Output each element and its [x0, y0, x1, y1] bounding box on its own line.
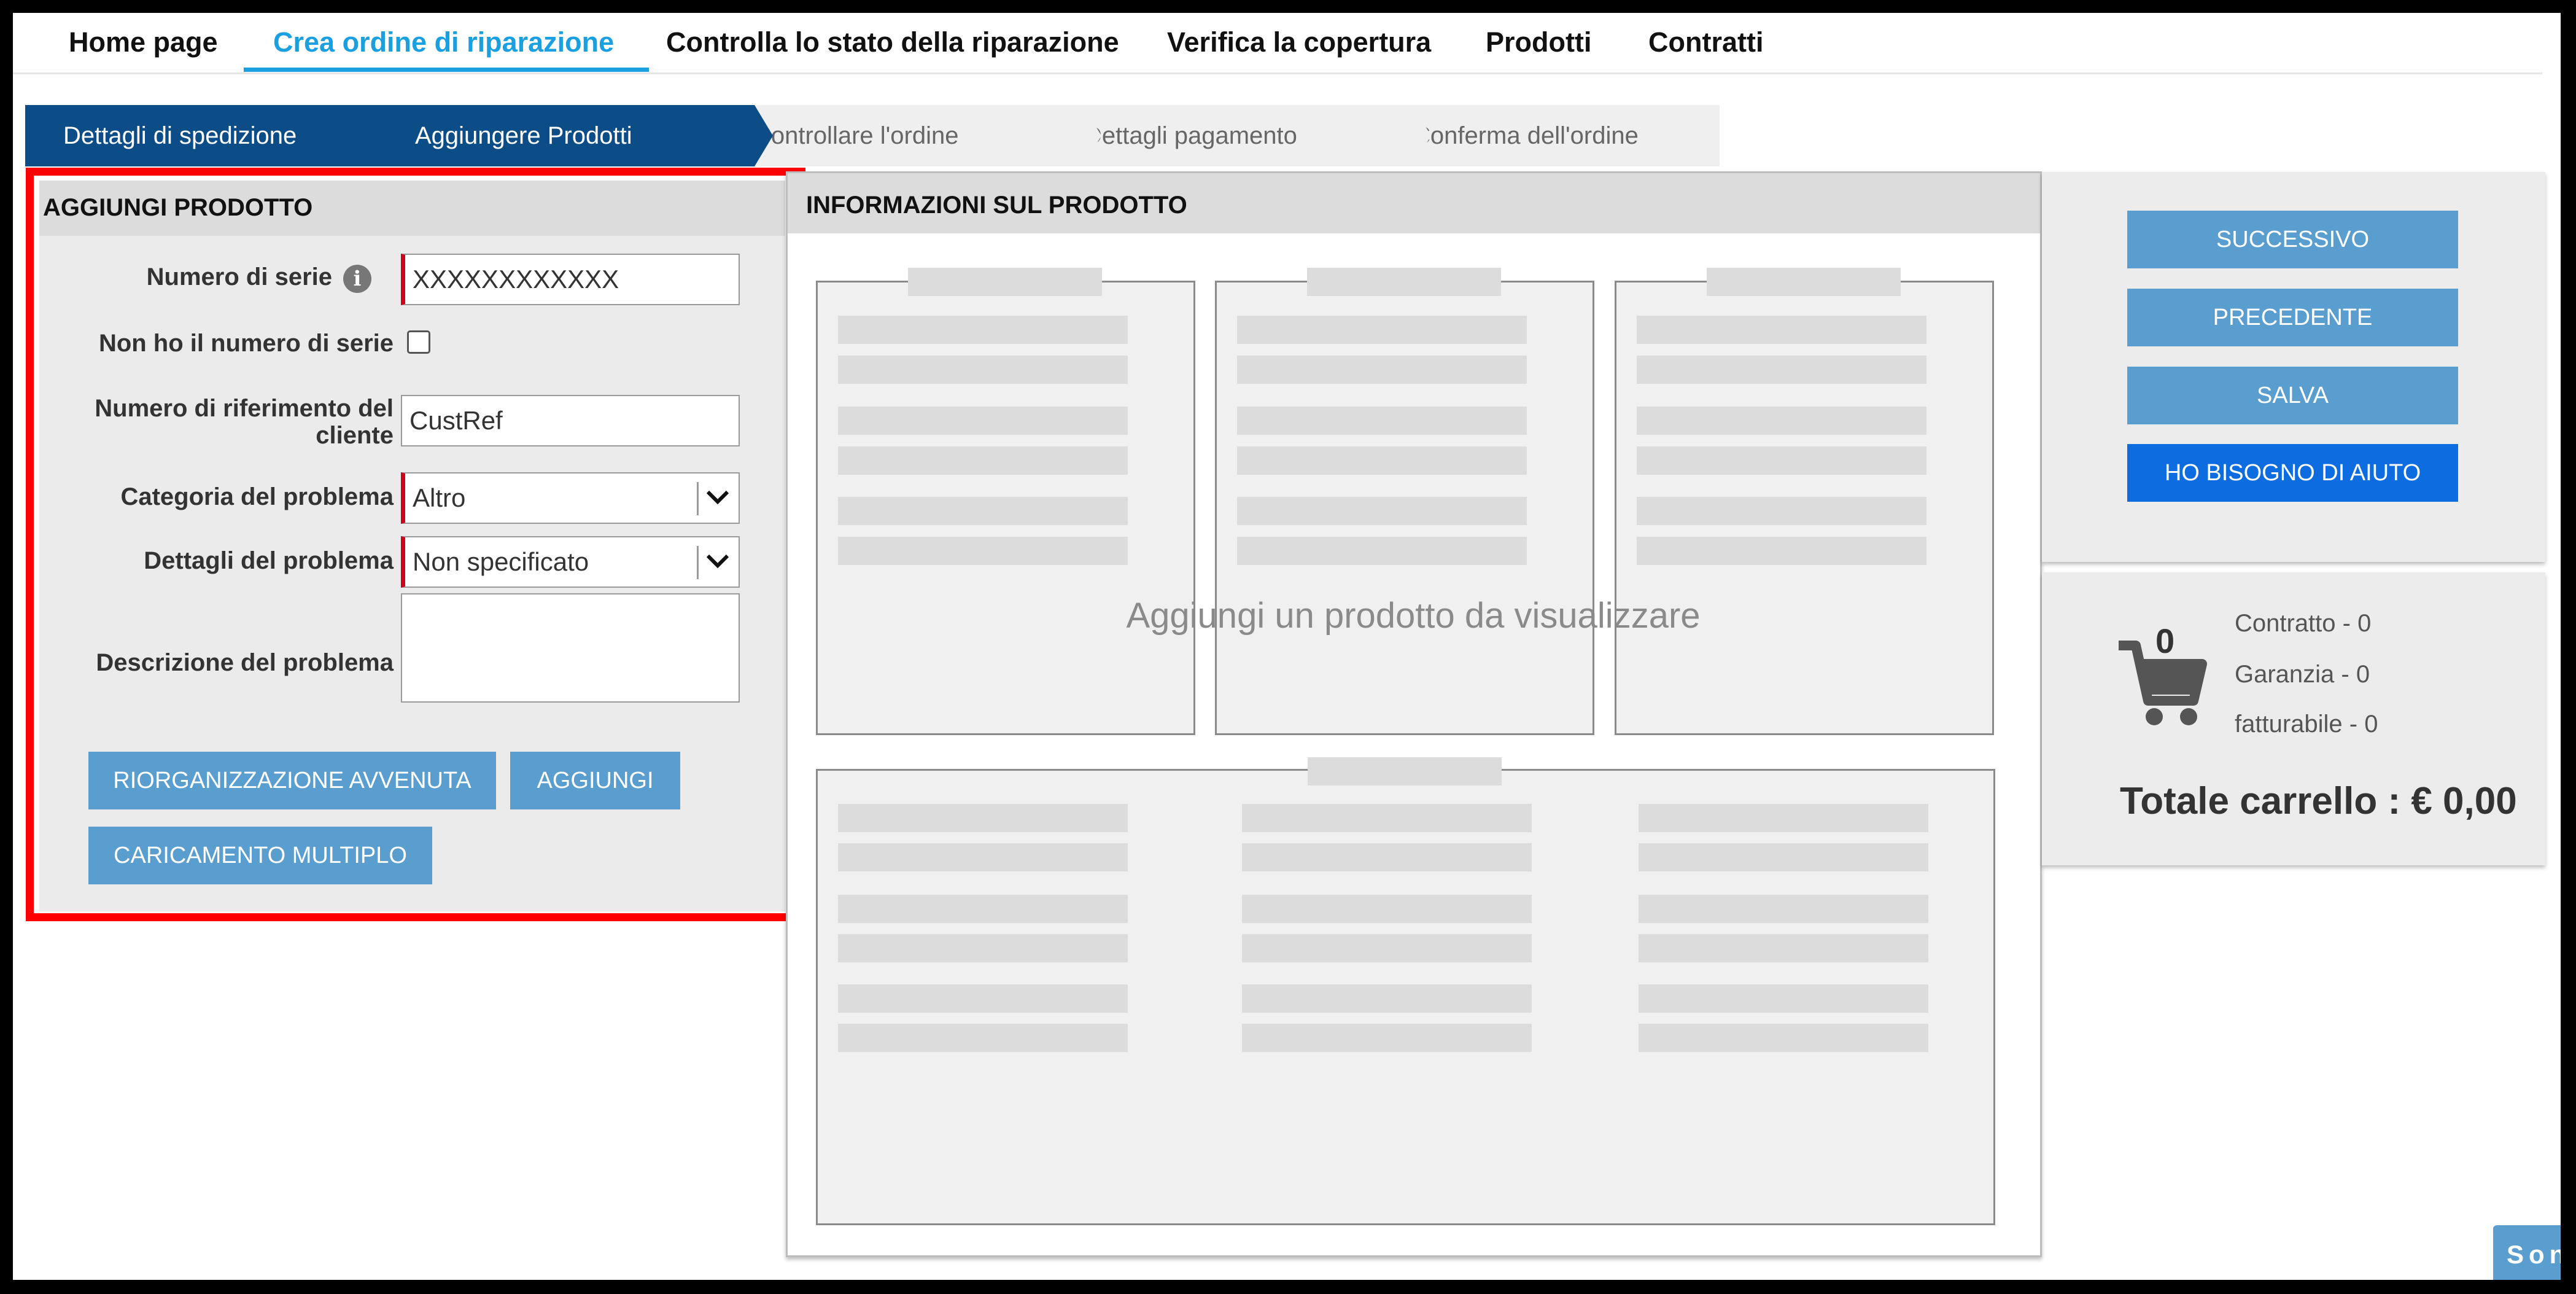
skeleton-bar — [1639, 843, 1928, 871]
skeleton-bar — [1237, 446, 1527, 475]
product-info-header: INFORMAZIONI SUL PRODOTTO — [788, 173, 2040, 233]
serial-number-input[interactable]: XXXXXXXXXXXX — [401, 254, 740, 305]
nav-contracts[interactable]: Contratti — [1648, 26, 1763, 58]
save-button[interactable]: SALVA — [2127, 367, 2458, 424]
skeleton-bar — [1242, 843, 1532, 871]
nav-check-repair-status[interactable]: Controlla lo stato della riparazione — [666, 26, 1119, 58]
problem-details-value: Non specificato — [413, 547, 589, 576]
skeleton-bar — [1637, 537, 1926, 565]
bulk-upload-button[interactable]: CARICAMENTO MULTIPLO — [88, 827, 432, 884]
step-shipping-details: Dettagli di spedizione — [25, 105, 404, 166]
problem-description-label: Descrizione del problema — [96, 649, 394, 676]
skeleton-bar — [1237, 497, 1527, 525]
skeleton-bar — [1242, 934, 1532, 962]
nav-create-repair-order[interactable]: Crea ordine di riparazione — [273, 26, 614, 58]
app-window: Home page Crea ordine di riparazione Con… — [13, 13, 2561, 1280]
skeleton-bar — [1237, 316, 1527, 344]
problem-category-label: Categoria del problema — [120, 483, 394, 510]
skeleton-bar — [1242, 1024, 1532, 1052]
need-help-button[interactable]: HO BISOGNO DI AIUTO — [2127, 444, 2458, 502]
skeleton-bar — [1242, 984, 1532, 1013]
select-divider — [697, 482, 699, 515]
skeleton-bar — [1242, 804, 1532, 832]
skeleton-bar — [1639, 1024, 1928, 1052]
nav-home-page[interactable]: Home page — [69, 26, 218, 58]
cart-total: Totale carrello : € 0,00 — [2120, 780, 2517, 822]
skeleton-bar — [1242, 895, 1532, 923]
chat-tab-label: Son — [2507, 1240, 2561, 1269]
problem-details-select[interactable]: Non specificato — [401, 536, 740, 588]
chevron-down-icon — [706, 490, 729, 505]
chevron-down-icon — [706, 554, 729, 569]
info-icon[interactable]: i — [343, 265, 371, 293]
skeleton-bar — [1308, 757, 1502, 785]
skeleton-bar — [1237, 356, 1527, 384]
skeleton-bar — [1637, 407, 1926, 435]
skeleton-bar — [1237, 407, 1527, 435]
skeleton-bar — [1639, 895, 1928, 923]
skeleton-bar — [838, 984, 1128, 1013]
cart-contract-count: Contratto - 0 — [2235, 610, 2372, 637]
cart-billable-count: fatturabile - 0 — [2235, 711, 2378, 738]
customer-ref-input[interactable]: CustRef — [401, 395, 740, 446]
serial-number-label: Numero di serie — [146, 263, 332, 290]
skeleton-bar — [838, 316, 1128, 344]
skeleton-bar — [838, 895, 1128, 923]
add-product-header: AGGIUNGI PRODOTTO — [39, 181, 785, 236]
nav-products[interactable]: Prodotti — [1486, 26, 1591, 58]
problem-category-select[interactable]: Altro — [401, 472, 740, 524]
no-serial-checkbox[interactable] — [407, 330, 430, 354]
next-button[interactable]: SUCCESSIVO — [2127, 211, 2458, 268]
reorganization-button[interactable]: RIORGANIZZAZIONE AVVENUTA — [88, 752, 496, 809]
skeleton-bar — [838, 537, 1128, 565]
active-nav-underline — [244, 68, 649, 72]
previous-button[interactable]: PRECEDENTE — [2127, 289, 2458, 346]
skeleton-bar — [1237, 537, 1527, 565]
skeleton-bar — [838, 843, 1128, 871]
top-navigation: Home page Crea ordine di riparazione Con… — [13, 13, 2558, 74]
step-add-products: Aggiungere Prodotti — [347, 105, 773, 166]
nav-divider — [13, 72, 2542, 74]
product-info-title: INFORMAZIONI SUL PRODOTTO — [806, 192, 1187, 219]
skeleton-bar — [838, 1024, 1128, 1052]
skeleton-bar — [1637, 446, 1926, 475]
skeleton-bar — [838, 934, 1128, 962]
add-button[interactable]: AGGIUNGI — [510, 752, 680, 809]
add-product-title: AGGIUNGI PRODOTTO — [43, 194, 313, 221]
skeleton-bar — [1707, 268, 1901, 296]
product-info-placeholder: Aggiungi un prodotto da visualizzare — [1126, 596, 1701, 636]
no-serial-label: Non ho il numero di serie — [98, 330, 394, 357]
problem-details-label: Dettagli del problema — [144, 547, 394, 574]
skeleton-bar — [1307, 268, 1501, 296]
skeleton-bar — [1637, 356, 1926, 384]
nav-verify-coverage[interactable]: Verifica la copertura — [1167, 26, 1431, 58]
skeleton-bar — [838, 407, 1128, 435]
skeleton-bar — [838, 497, 1128, 525]
skeleton-bar — [1639, 984, 1928, 1013]
chat-tab[interactable]: Son — [2493, 1225, 2561, 1280]
problem-description-textarea[interactable] — [401, 593, 740, 703]
skeleton-bar — [838, 804, 1128, 832]
skeleton-bar — [1637, 316, 1926, 344]
skeleton-bar — [908, 268, 1102, 296]
customer-ref-label: Numero di riferimento del cliente — [95, 395, 394, 449]
cart-warranty-count: Garanzia - 0 — [2235, 661, 2370, 688]
skeleton-bar — [1639, 804, 1928, 832]
skeleton-bar — [1637, 497, 1926, 525]
skeleton-bar — [838, 446, 1128, 475]
problem-category-value: Altro — [413, 483, 466, 512]
cart-count-badge: 0 — [2155, 622, 2175, 660]
skeleton-bar — [1639, 934, 1928, 962]
skeleton-bar — [838, 356, 1128, 384]
select-divider — [697, 546, 699, 579]
